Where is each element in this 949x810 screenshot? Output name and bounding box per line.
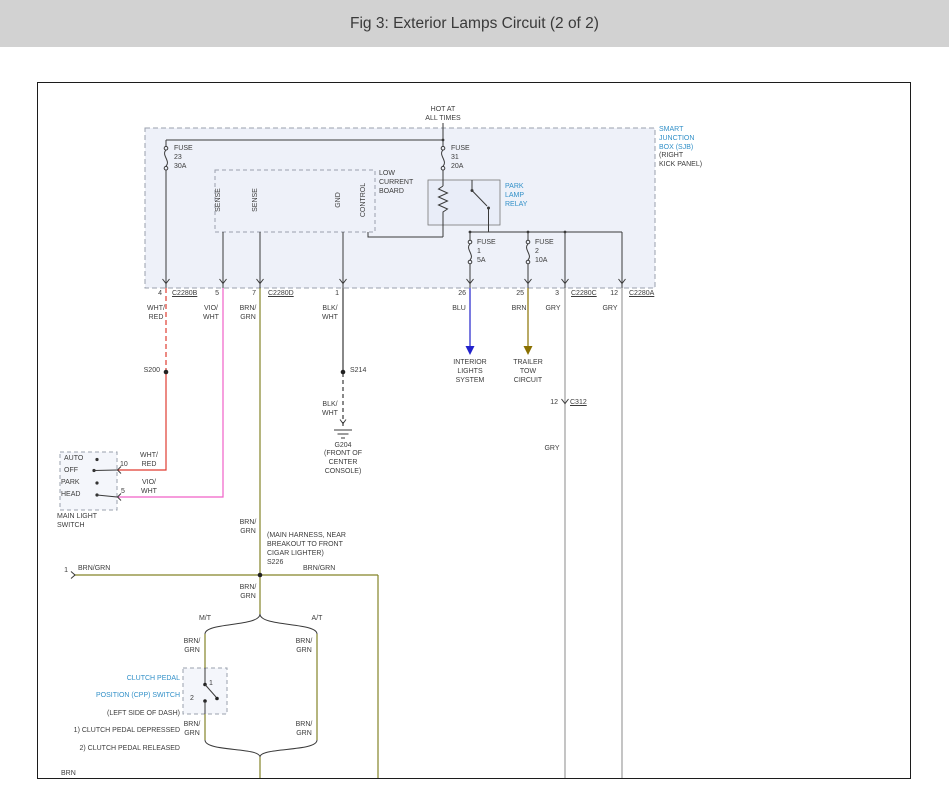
mls-wire-wht-red: WHT/ RED (135, 452, 163, 470)
wire-label-brn-grn-below-s226: BRN/ GRN (234, 584, 262, 602)
cpp-note-2: 2) CLUTCH PEDAL RELEASED (62, 745, 180, 754)
mls-position-park: PARK (61, 479, 87, 488)
pin-sense1-label: SENSE (214, 170, 224, 230)
trailer-tow-circuit-label: TRAILER TOW CIRCUIT (498, 359, 558, 385)
wire-label-brn-grn-left: BRN/GRN (78, 565, 128, 574)
pin-4: 4 (150, 290, 162, 299)
connector-link-c312[interactable]: C312 (570, 399, 600, 408)
mls-position-auto: AUTO (64, 455, 90, 464)
wire-label-brn-grn-mt-lower: BRN/ GRN (178, 721, 206, 739)
wire-label-wht-red: WHT/ RED (141, 305, 171, 323)
cpp-note-1: 1) CLUTCH PEDAL DEPRESSED (62, 727, 180, 736)
fuse23-label: FUSE 23 30A (174, 145, 214, 171)
ground-location-label: (FRONT OF CENTER CONSOLE) (313, 450, 373, 476)
cpp-pin-2: 2 (190, 695, 200, 704)
wire-label-blk-wht-lower: BLK/ WHT (316, 401, 344, 419)
wire-label-brn: BRN (505, 305, 533, 314)
mls-pin-10: 10 (120, 461, 134, 470)
wire-label-brn-grn-right: BRN/GRN (303, 565, 353, 574)
connector-link-c2280a[interactable]: C2280A (629, 290, 669, 299)
interior-lights-system-label: INTERIOR LIGHTS SYSTEM (440, 359, 500, 385)
pin-gnd-label: GND (334, 170, 344, 230)
main-light-switch-caption: MAIN LIGHT SWITCH (57, 513, 117, 531)
pin-sense2-label: SENSE (251, 170, 261, 230)
splice-s200-dot (164, 370, 169, 375)
wire-label-brn-grn-mt-upper: BRN/ GRN (178, 638, 206, 656)
cpp-name-line1: CLUTCH PEDAL (62, 675, 180, 684)
low-current-board-label: LOW CURRENT BOARD (379, 170, 431, 196)
park-lamp-relay-label: PARK LAMP RELAY (505, 183, 547, 209)
pin-25: 25 (508, 290, 524, 299)
fuse31-label: FUSE 31 20A (451, 145, 491, 171)
fuse2-label: FUSE 2 10A (535, 239, 575, 265)
pin-26: 26 (450, 290, 466, 299)
splice-s214-dot (341, 370, 346, 375)
wire-label-blu: BLU (445, 305, 473, 314)
sjb-location-label: (RIGHT KICK PANEL) (659, 152, 739, 170)
cpp-name-line2: POSITION (CPP) SWITCH (62, 692, 180, 701)
wire-label-brn-grn-at-upper: BRN/ GRN (290, 638, 318, 656)
trailer-tow-arrow (524, 346, 533, 355)
mls-position-off: OFF (64, 467, 90, 476)
splice-s214-label: S214 (350, 367, 382, 376)
pin-7: 7 (242, 290, 256, 299)
wire-label-brn-grn-above-s226: BRN/ GRN (234, 519, 262, 537)
wire-label-gry-a: GRY (541, 305, 565, 314)
park-lamp-relay-outline (428, 180, 500, 225)
pin-control-label: CONTROL (359, 170, 369, 230)
wire-label-brn-grn: BRN/ GRN (233, 305, 263, 323)
splice-s200-label: S200 (128, 367, 160, 376)
pin-5: 5 (205, 290, 219, 299)
interior-lights-arrow (466, 346, 475, 355)
wire-label-blk-wht: BLK/ WHT (315, 305, 345, 323)
pin-1: 1 (325, 290, 339, 299)
split-label-at: A/T (303, 615, 331, 624)
splice-s226-dot (258, 573, 263, 578)
harness-note: (MAIN HARNESS, NEAR BREAKOUT TO FRONT CI… (267, 532, 379, 558)
mls-wire-vio-wht: VIO/ WHT (135, 479, 163, 497)
splice-s226-label: S226 (267, 559, 299, 568)
cpp-switch-caption: CLUTCH PEDAL POSITION (CPP) SWITCH (LEFT… (62, 666, 180, 762)
wire-label-gry-below-c312: GRY (540, 445, 564, 454)
cpp-pin-1: 1 (209, 680, 219, 689)
pin-3: 3 (547, 290, 559, 299)
sjb-name-label: SMART JUNCTION BOX (SJB) (659, 126, 739, 152)
branch-pin-1: 1 (58, 567, 68, 576)
hot-at-all-times-label: HOT AT ALL TIMES (408, 106, 478, 124)
branch-pin1-mark (71, 572, 75, 579)
c312-pin: 12 (544, 399, 558, 408)
wire-label-gry-b: GRY (598, 305, 622, 314)
split-label-mt: M/T (191, 615, 219, 624)
wire-label-brn-bottom: BRN (61, 770, 85, 779)
mls-pin-5: 5 (121, 488, 133, 497)
wire-label-brn-grn-at-lower: BRN/ GRN (290, 721, 318, 739)
low-current-board-outline (215, 170, 375, 232)
connector-link-c2280d[interactable]: C2280D (268, 290, 308, 299)
mls-position-head: HEAD (61, 491, 87, 500)
wire-label-vio-wht: VIO/ WHT (196, 305, 226, 323)
pin-12: 12 (602, 290, 618, 299)
fuse1-label: FUSE 1 5A (477, 239, 517, 265)
cpp-location: (LEFT SIDE OF DASH) (62, 710, 180, 719)
